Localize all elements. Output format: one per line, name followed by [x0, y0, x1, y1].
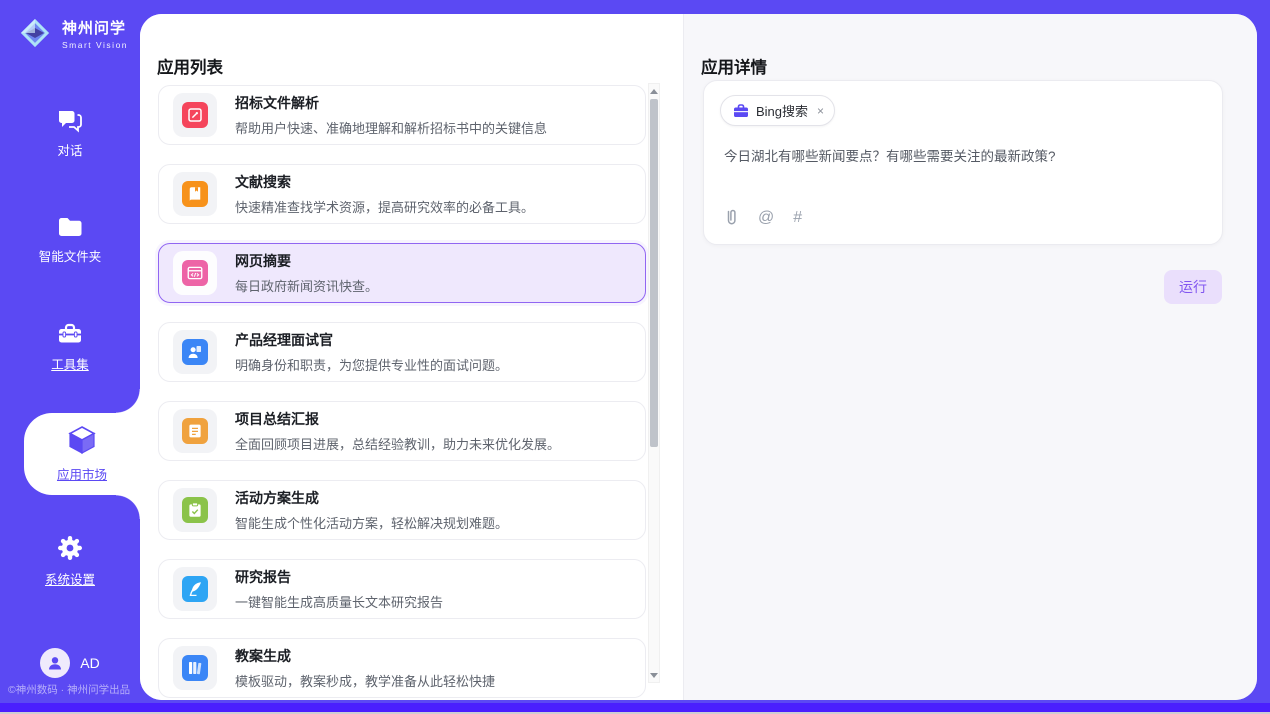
toolbox-icon — [56, 321, 84, 347]
avatar — [40, 648, 70, 678]
app-list-title: 应用列表 — [157, 54, 223, 78]
app-card-literature-search[interactable]: 文献搜索 快速精准查找学术资源，提高研究效率的必备工具。 — [158, 164, 646, 224]
app-name: 研究报告 — [235, 567, 443, 587]
cube-icon — [67, 425, 97, 457]
paperclip-icon[interactable] — [724, 209, 739, 226]
app-card-pm-interviewer[interactable]: 产品经理面试官 明确身份和职责，为您提供专业性的面试问题。 — [158, 322, 646, 382]
app-description: 一键智能生成高质量长文本研究报告 — [235, 592, 443, 611]
sidebar-item-label: 系统设置 — [45, 569, 95, 588]
app-description: 帮助用户快速、准确地理解和解析招标书中的关键信息 — [235, 118, 547, 137]
app-icon-frame — [173, 251, 217, 295]
sidebar-item-label: 对话 — [57, 140, 82, 159]
sidebar-item-app-market[interactable]: 应用市场 — [24, 413, 140, 495]
tool-chip-label: Bing搜索 — [756, 101, 808, 120]
app-card-lesson-plan[interactable]: 教案生成 模板驱动，教案秒成，教学准备从此轻松快捷 — [158, 638, 646, 698]
brand-subtitle: Smart Vision — [62, 40, 128, 50]
quill-icon — [182, 576, 208, 602]
app-name: 活动方案生成 — [235, 488, 508, 508]
diamond-logo-icon — [16, 14, 54, 52]
sidebar-item-label: 应用市场 — [57, 464, 107, 483]
app-name: 教案生成 — [235, 646, 495, 666]
app-name: 网页摘要 — [235, 251, 378, 271]
folder-icon — [56, 215, 84, 239]
user-name: AD — [80, 655, 99, 671]
sidebar-footer-text: ©神州数码 · 神州问学出品 — [0, 682, 140, 697]
app-icon-frame — [173, 567, 217, 611]
app-description: 快速精准查找学术资源，提高研究效率的必备工具。 — [235, 197, 534, 216]
scrollbar-thumb[interactable] — [650, 99, 658, 447]
app-card-research-report[interactable]: 研究报告 一键智能生成高质量长文本研究报告 — [158, 559, 646, 619]
prompt-input[interactable]: 今日湖北有哪些新闻要点？有哪些需要关注的最新政策? — [724, 147, 1202, 167]
app-card-project-summary[interactable]: 项目总结汇报 全面回顾项目进展，总结经验教训，助力未来优化发展。 — [158, 401, 646, 461]
app-description: 明确身份和职责，为您提供专业性的面试问题。 — [235, 355, 508, 374]
brand-logo: 神州问学 Smart Vision — [0, 0, 140, 52]
app-card-bid-analysis[interactable]: 招标文件解析 帮助用户快速、准确地理解和解析招标书中的关键信息 — [158, 85, 646, 145]
prompt-toolbar: @ # — [724, 209, 802, 226]
app-icon-frame — [173, 646, 217, 690]
app-card-list: 招标文件解析 帮助用户快速、准确地理解和解析招标书中的关键信息 文献搜索 快速精… — [158, 85, 646, 700]
app-name: 招标文件解析 — [235, 93, 547, 113]
run-button[interactable]: 运行 — [1164, 270, 1222, 304]
scroll-down-arrow-icon[interactable] — [649, 668, 659, 682]
hash-icon[interactable]: # — [793, 210, 802, 226]
book-icon — [182, 181, 208, 207]
sidebar-item-chat[interactable]: 对话 — [0, 92, 140, 174]
app-list-panel: 应用列表 招标文件解析 帮助用户快速、准确地理解和解析招标书中的关键信息 — [140, 14, 683, 700]
edit-document-icon — [182, 102, 208, 128]
app-description: 智能生成个性化活动方案，轻松解决规划难题。 — [235, 513, 508, 532]
app-name: 项目总结汇报 — [235, 409, 560, 429]
interviewer-icon — [182, 339, 208, 365]
tool-chip-bing-search[interactable]: Bing搜索 × — [720, 95, 835, 126]
app-name: 产品经理面试官 — [235, 330, 508, 350]
content-panel: 应用列表 招标文件解析 帮助用户快速、准确地理解和解析招标书中的关键信息 — [140, 14, 1257, 700]
brand-title: 神州问学 — [62, 17, 128, 38]
app-description: 全面回顾项目进展，总结经验教训，助力未来优化发展。 — [235, 434, 560, 453]
browser-code-icon — [182, 260, 208, 286]
clipboard-check-icon — [182, 497, 208, 523]
sidebar-item-settings[interactable]: 系统设置 — [0, 520, 140, 602]
app-icon-frame — [173, 172, 217, 216]
bottom-accent-bar — [0, 703, 1270, 712]
app-icon-frame — [173, 330, 217, 374]
sidebar-item-label: 智能文件夹 — [39, 246, 102, 265]
app-card-event-plan[interactable]: 活动方案生成 智能生成个性化活动方案，轻松解决规划难题。 — [158, 480, 646, 540]
sidebar-nav: 对话 智能文件夹 — [0, 92, 140, 627]
app-icon-frame — [173, 409, 217, 453]
chat-icon — [56, 107, 84, 133]
user-account[interactable]: AD — [0, 648, 140, 678]
app-window: 神州问学 Smart Vision 对话 — [0, 0, 1270, 714]
app-description: 每日政府新闻资讯快查。 — [235, 276, 378, 295]
app-card-web-summary[interactable]: 网页摘要 每日政府新闻资讯快查。 — [158, 243, 646, 303]
app-description: 模板驱动，教案秒成，教学准备从此轻松快捷 — [235, 671, 495, 690]
report-note-icon — [182, 418, 208, 444]
sidebar-item-smart-folder[interactable]: 智能文件夹 — [0, 199, 140, 281]
app-icon-frame — [173, 93, 217, 137]
app-detail-title: 应用详情 — [701, 54, 767, 78]
sidebar: 神州问学 Smart Vision 对话 — [0, 0, 140, 703]
gear-icon — [56, 534, 84, 562]
briefcase-icon — [733, 104, 749, 118]
app-detail-panel: 应用详情 Bing搜索 × 今日湖北有哪些新闻要点？有哪些需要关注的最新政策? — [683, 14, 1257, 700]
mention-icon[interactable]: @ — [758, 210, 774, 226]
prompt-card: Bing搜索 × 今日湖北有哪些新闻要点？有哪些需要关注的最新政策? @ # — [703, 80, 1223, 245]
scroll-up-arrow-icon[interactable] — [649, 84, 659, 98]
sidebar-item-label: 工具集 — [51, 354, 89, 373]
app-icon-frame — [173, 488, 217, 532]
books-icon — [182, 655, 208, 681]
app-name: 文献搜索 — [235, 172, 534, 192]
list-scrollbar[interactable] — [648, 83, 660, 683]
sidebar-item-toolset[interactable]: 工具集 — [0, 306, 140, 388]
close-icon[interactable]: × — [817, 104, 824, 118]
